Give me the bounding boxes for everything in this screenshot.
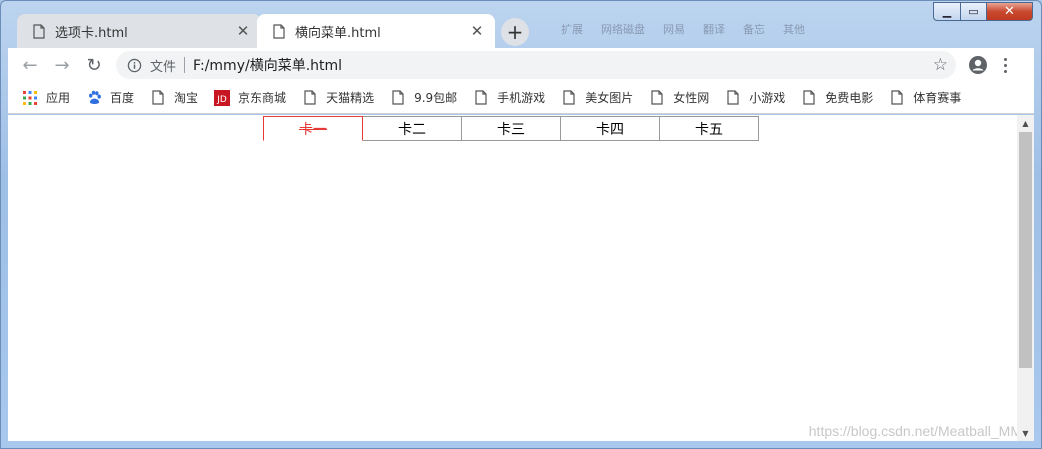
bookmark-tiyu-saishi[interactable]: 体育赛事 (881, 86, 969, 110)
new-tab-button[interactable]: + (501, 18, 529, 46)
svg-text:JD: JD (216, 95, 227, 105)
bookmark-mianfei-dianying[interactable]: 免费电影 (793, 86, 881, 110)
bookmark-taobao[interactable]: 淘宝 (142, 86, 206, 110)
menu-tab-2[interactable]: 卡二 (362, 116, 462, 141)
tab-title: 横向菜单.html (295, 25, 381, 41)
bookmark-label: 免费电影 (825, 91, 874, 105)
more-menu-icon[interactable] (1002, 57, 1008, 73)
address-bar[interactable]: 文件 F:/mmy/横向菜单.html ☆ (116, 51, 956, 79)
reload-button[interactable]: ↻ (80, 51, 108, 79)
scroll-thumb[interactable] (1019, 132, 1032, 368)
bookmark-label: 京东商城 (238, 91, 287, 105)
watermark: https://blog.csdn.net/Meatball_MM (808, 423, 1022, 439)
omnibox-separator (184, 57, 186, 73)
bookmark-nvxing-wang[interactable]: 女性网 (641, 86, 717, 110)
bookmark-tianmao[interactable]: 天猫精选 (294, 86, 382, 110)
document-icon (473, 90, 489, 106)
bookmark-label: 美女图片 (585, 91, 634, 105)
tab-strip: 选项卡.html ✕ 横向菜单.html ✕ + (8, 12, 1034, 48)
document-icon (390, 90, 406, 106)
document-icon (271, 23, 287, 39)
scroll-down-arrow-icon[interactable]: ▼ (1017, 425, 1034, 441)
document-icon (889, 90, 905, 106)
bookmark-label: 女性网 (673, 91, 710, 105)
bookmark-99baoyou[interactable]: 9.9包邮 (382, 86, 465, 110)
scroll-up-arrow-icon[interactable]: ▲ (1017, 115, 1034, 131)
bookmark-label: 淘宝 (174, 91, 199, 105)
url-text[interactable]: F:/mmy/横向菜单.html (193, 55, 342, 75)
bookmark-jd[interactable]: JD 京东商城 (206, 86, 294, 110)
tab-title: 选项卡.html (55, 25, 128, 41)
menu-tab-5[interactable]: 卡五 (659, 116, 759, 141)
baidu-paw-icon (86, 90, 102, 106)
browser-tab-hengxiang-caidan[interactable]: 横向菜单.html ✕ (257, 14, 495, 48)
document-icon (150, 90, 166, 106)
back-button[interactable]: ← (16, 51, 44, 79)
bookmark-meinv-tupian[interactable]: 美女图片 (553, 86, 641, 110)
horizontal-menu: 卡一 卡二 卡三 卡四 卡五 (263, 116, 759, 141)
tab-close-icon[interactable]: ✕ (469, 22, 485, 40)
bookmark-xiao-youxi[interactable]: 小游戏 (717, 86, 793, 110)
tab-close-icon[interactable]: ✕ (235, 22, 251, 40)
scheme-label: 文件 (150, 59, 177, 75)
forward-button[interactable]: → (48, 51, 76, 79)
bookmark-label: 百度 (110, 91, 135, 105)
document-icon (302, 90, 318, 106)
bookmark-label: 9.9包邮 (414, 91, 458, 105)
bookmark-baidu[interactable]: 百度 (78, 86, 142, 110)
info-icon[interactable] (126, 57, 142, 73)
account-icon[interactable] (968, 55, 988, 75)
browser-toolbar: ← → ↻ 文件 F:/mmy/横向菜单.html ☆ (8, 48, 1034, 82)
bookmark-star-icon[interactable]: ☆ (933, 55, 948, 75)
menu-tab-4[interactable]: 卡四 (560, 116, 660, 141)
bookmark-apps[interactable]: 应用 (8, 86, 78, 110)
bookmark-label: 天猫精选 (326, 91, 375, 105)
document-icon (561, 90, 577, 106)
apps-grid-icon (22, 90, 38, 106)
bookmark-label: 小游戏 (749, 91, 786, 105)
bookmark-shouji-youxi[interactable]: 手机游戏 (465, 86, 553, 110)
document-icon (649, 90, 665, 106)
document-icon (801, 90, 817, 106)
browser-tab-xuanxiangka[interactable]: 选项卡.html ✕ (17, 14, 261, 48)
menu-tab-3[interactable]: 卡三 (461, 116, 561, 141)
page-viewport: 卡一 卡二 卡三 卡四 卡五 https://blog.csdn.net/Mea… (8, 115, 1034, 441)
document-icon (725, 90, 741, 106)
bookmark-label: 手机游戏 (497, 91, 546, 105)
bookmark-label: 应用 (46, 91, 71, 105)
bookmarks-bar: 应用 百度 淘宝 JD 京东商城 天猫精选 9.9包邮 手机游戏 美女图片 女性… (8, 82, 1034, 114)
bookmark-label: 体育赛事 (913, 91, 962, 105)
document-icon (31, 23, 47, 39)
vertical-scrollbar[interactable]: ▲ ▼ (1017, 115, 1034, 441)
menu-tab-1[interactable]: 卡一 (263, 116, 363, 141)
jd-logo-icon: JD (214, 89, 231, 106)
